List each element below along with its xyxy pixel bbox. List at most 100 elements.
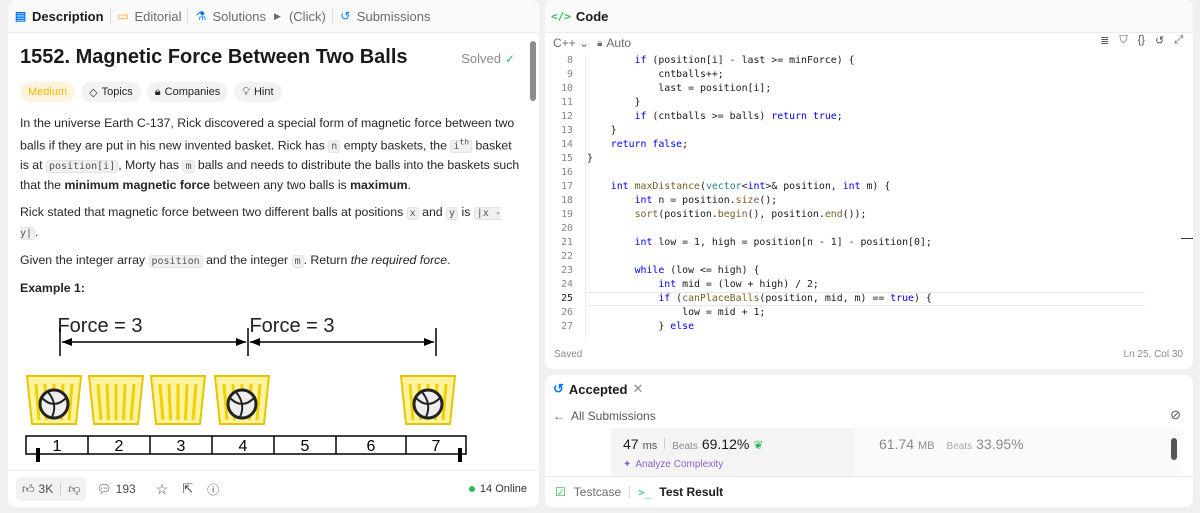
comment-icon: 💬︎ xyxy=(96,482,112,496)
description-panel: ▤ Description ▭ Editorial ⚗ Solutions ▶ … xyxy=(8,0,539,507)
code-line[interactable]: 20 xyxy=(545,222,1185,236)
tab-editorial[interactable]: ▭ Editorial xyxy=(111,0,188,33)
editor-scrollbar[interactable] xyxy=(1181,54,1193,337)
runtime-value: 47 xyxy=(623,436,639,452)
cursor-position: Ln 25, Col 30 xyxy=(1123,349,1184,360)
format-icon[interactable]: ≣ xyxy=(1100,34,1109,47)
editor-toolbar: C++ ⌄ 🔒︎ Auto xyxy=(545,33,1193,53)
thumbs-down-icon[interactable]: 👎︎ xyxy=(68,482,80,497)
tab-code[interactable]: </> Code xyxy=(545,0,614,33)
position-label: 1 xyxy=(53,438,62,455)
position-label: 7 xyxy=(432,438,441,455)
code-line[interactable]: 23 while (low <= high) { xyxy=(545,264,1185,278)
code-line[interactable]: 16 xyxy=(545,166,1185,180)
difficulty-badge[interactable]: Medium xyxy=(20,82,76,102)
comments-button[interactable]: 💬︎ 193 xyxy=(96,482,135,496)
editor-tools: ≣ ⛉ {} ↺ ⤢ xyxy=(1100,34,1183,47)
solved-status: Solved ✓ xyxy=(461,51,515,66)
code-line[interactable]: 18 int n = position.size(); xyxy=(545,194,1185,208)
code-line[interactable]: 25 if (canPlaceBalls(position, mid, m) =… xyxy=(545,292,1185,306)
result-scroll-thumb[interactable] xyxy=(1171,438,1177,460)
line-number: 12 xyxy=(561,111,573,122)
tab-description[interactable]: ▤ Description xyxy=(8,0,110,33)
arrow-left-icon: ← xyxy=(553,409,565,423)
like-group[interactable]: 👍︎ 3K 👎︎ xyxy=(16,477,87,501)
tab-testcase[interactable]: Testcase xyxy=(574,485,621,499)
console-tabs: ☑ Testcase >_ Test Result xyxy=(545,476,1193,507)
code-line[interactable]: 22 xyxy=(545,250,1185,264)
position-label: 4 xyxy=(239,438,248,455)
code-line[interactable]: 17 int maxDistance(vector<int>& position… xyxy=(545,180,1185,194)
problem-description: In the universe Earth C-137, Rick discov… xyxy=(20,114,520,279)
tab-submissions[interactable]: ↺ Submissions xyxy=(333,0,437,33)
line-number: 16 xyxy=(561,167,573,178)
auto-mode[interactable]: 🔒︎ Auto xyxy=(597,36,631,50)
line-number: 27 xyxy=(561,321,573,332)
description-scrollbar[interactable] xyxy=(527,33,539,470)
code-line[interactable]: 8 if (position[i] - last >= minForce) { xyxy=(545,54,1185,68)
all-submissions-link[interactable]: ← All Submissions xyxy=(553,409,656,423)
help-icon[interactable]: ⓘ xyxy=(207,481,219,498)
code-line[interactable]: 26 low = mid + 1; xyxy=(545,306,1185,320)
tab-solutions[interactable]: ⚗ Solutions ▶ (Click) xyxy=(188,0,331,33)
braces-icon[interactable]: {} xyxy=(1138,34,1145,47)
line-number: 9 xyxy=(567,69,573,80)
topics-tag[interactable]: ◇ Topics xyxy=(81,82,141,102)
code-text: return false; xyxy=(610,139,689,150)
runtime-card[interactable]: 47 ms Beats 69.12% ❦ ✦ Analyze Complexit… xyxy=(611,428,855,476)
save-status: Saved xyxy=(554,349,583,360)
reset-icon[interactable]: ↺ xyxy=(1155,34,1164,47)
line-number: 8 xyxy=(567,55,573,66)
description-paragraph: In the universe Earth C-137, Rick discov… xyxy=(20,116,520,193)
star-icon[interactable]: ☆ xyxy=(156,481,169,498)
hint-tag[interactable]: 💡︎ Hint xyxy=(234,82,282,102)
share-icon[interactable]: ⇱ xyxy=(182,481,193,497)
code-tabbar: </> Code xyxy=(545,0,1193,33)
expand-icon[interactable]: ⤢ xyxy=(1174,34,1183,47)
code-line[interactable]: 11 } xyxy=(545,96,1185,110)
code-line[interactable]: 10 last = position[i]; xyxy=(545,82,1185,96)
link-icon[interactable]: ⊘ xyxy=(1170,407,1181,423)
close-icon[interactable]: ✕ xyxy=(632,381,643,397)
line-end-post xyxy=(36,448,40,462)
memory-beats: 33.95% xyxy=(976,436,1024,452)
chevron-down-icon: ⌄ xyxy=(579,36,590,50)
code-line[interactable]: 13 } xyxy=(545,124,1185,138)
companies-tag[interactable]: 🔒︎ Companies xyxy=(146,82,229,102)
code-editor[interactable]: 8 if (position[i] - last >= minForce) {9… xyxy=(545,54,1185,337)
basket-icon xyxy=(399,375,457,425)
line-number: 17 xyxy=(561,181,573,192)
check-circle-icon: ✓ xyxy=(504,51,515,66)
sparkle-icon: ✦ xyxy=(623,459,632,470)
code-line[interactable]: 9 cntballs++; xyxy=(545,68,1185,82)
basket-icon xyxy=(149,375,207,425)
line-number: 26 xyxy=(561,307,573,318)
code-line[interactable]: 15} xyxy=(545,152,1185,166)
result-tab[interactable]: ↺ Accepted ✕ xyxy=(553,381,643,397)
memory-card[interactable]: 61.74 MB Beats 33.95% xyxy=(855,428,1181,476)
line-number: 21 xyxy=(561,237,573,248)
code-line[interactable]: 19 sort(position.begin(), position.end()… xyxy=(545,208,1185,222)
language-select[interactable]: C++ ⌄ xyxy=(553,36,589,50)
analyze-complexity-button[interactable]: ✦ Analyze Complexity xyxy=(623,459,723,470)
code-line[interactable]: 14 return false; xyxy=(545,138,1185,152)
code-text: } xyxy=(587,153,593,164)
code-text: } xyxy=(587,97,641,108)
code-line[interactable]: 21 int low = 1, high = position[n - 1] -… xyxy=(545,236,1185,250)
scroll-thumb[interactable] xyxy=(530,41,536,101)
tab-test-result[interactable]: Test Result xyxy=(659,485,723,499)
code-line[interactable]: 12 if (cntballs >= balls) return true; xyxy=(545,110,1185,124)
lock-icon: 🔒︎ xyxy=(597,37,603,49)
lock-icon: 🔒︎ xyxy=(154,85,161,98)
line-number: 14 xyxy=(561,139,573,150)
history-icon: ↺ xyxy=(340,8,351,23)
line-number: 18 xyxy=(561,195,573,206)
checkbox-icon: ☑ xyxy=(555,485,566,499)
thumbs-up-icon[interactable]: 👍︎ xyxy=(22,482,35,497)
code-line[interactable]: 27 } else xyxy=(545,320,1185,334)
line-number: 22 xyxy=(561,251,573,262)
tag-icon: ◇ xyxy=(89,86,98,99)
tag-row: Medium ◇ Topics 🔒︎ Companies 💡︎ Hint xyxy=(20,82,282,102)
code-line[interactable]: 24 int mid = (low + high) / 2; xyxy=(545,278,1185,292)
bookmark-icon[interactable]: ⛉ xyxy=(1119,34,1127,47)
